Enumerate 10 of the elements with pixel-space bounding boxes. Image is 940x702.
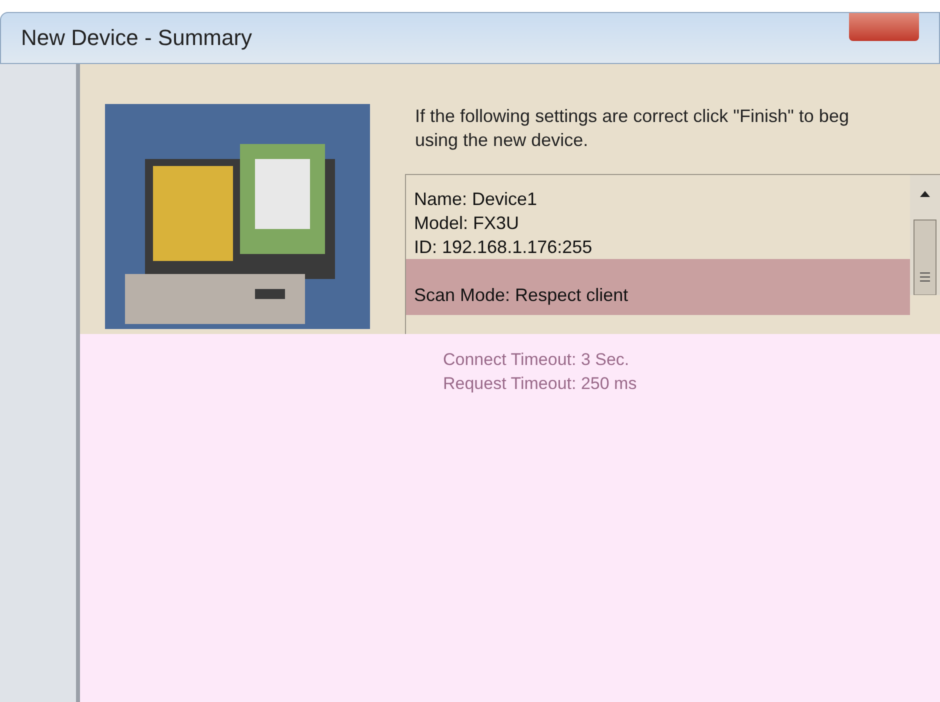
summary-item[interactable]: Model: FX3U: [406, 211, 910, 235]
summary-item[interactable]: Name: Device1: [406, 187, 910, 211]
window-title: New Device - Summary: [21, 24, 252, 52]
summary-item[interactable]: ID: 192.168.1.176:255: [406, 235, 910, 259]
instruction-text: If the following settings are correct click "Finish" to beg: [415, 105, 850, 128]
instruction-text: using the new device.: [415, 129, 590, 152]
summary-item[interactable]: Scan Mode: Respect client: [406, 259, 910, 315]
detail-text: Connect Timeout: 3 Sec.: [443, 349, 630, 371]
close-button[interactable]: [849, 13, 919, 41]
detail-text: Request Timeout: 250 ms: [443, 373, 638, 395]
